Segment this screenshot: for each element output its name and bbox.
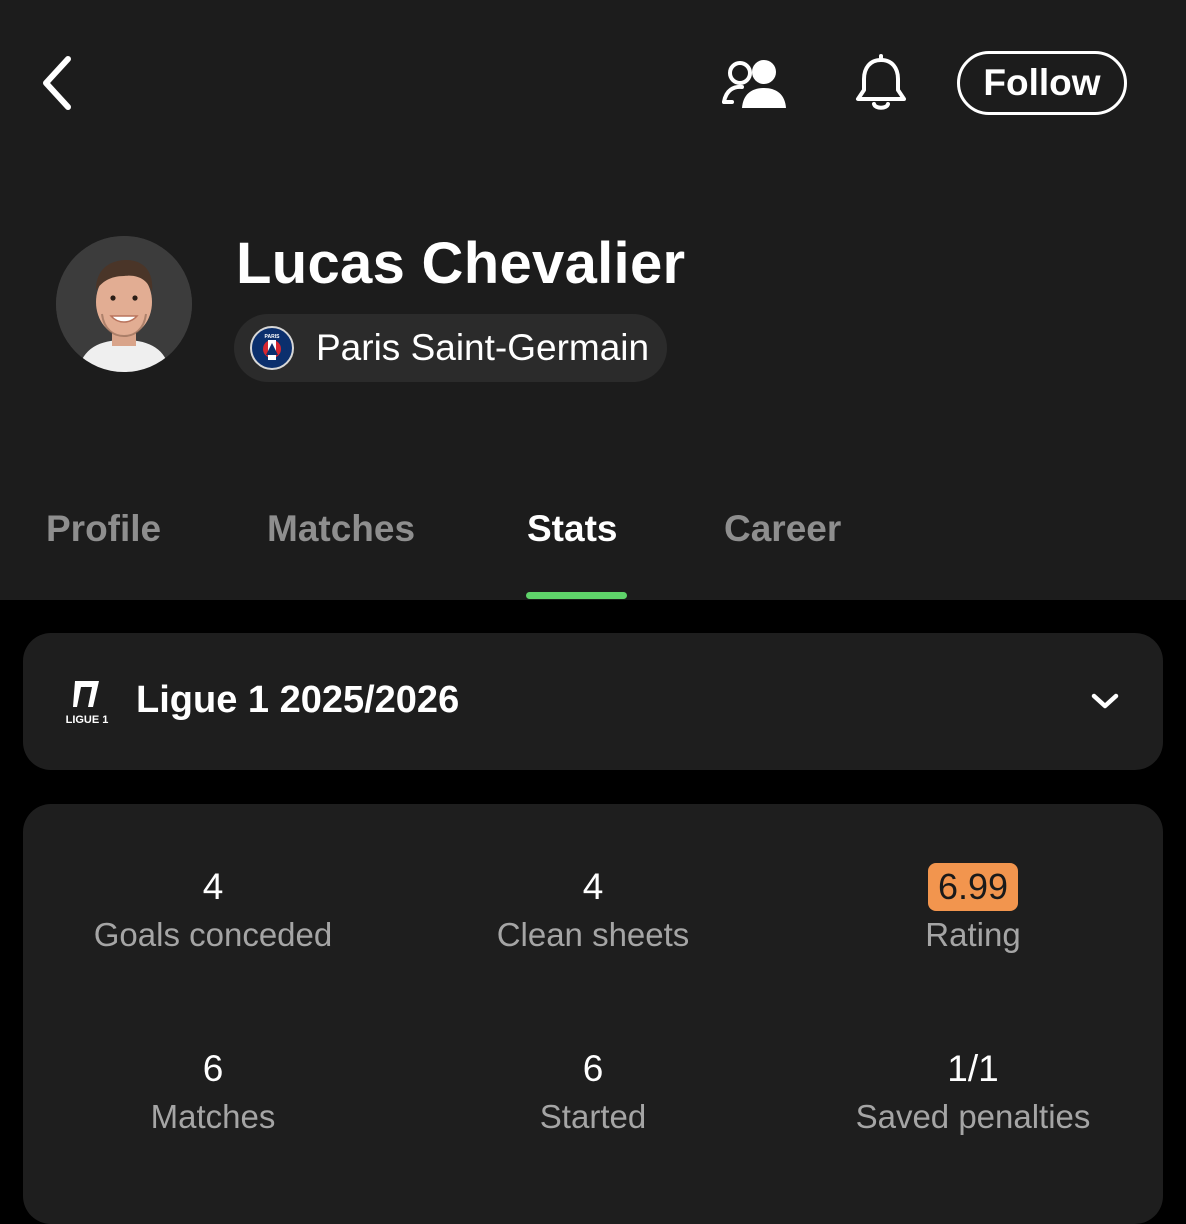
compare-players-button[interactable] [714, 48, 794, 120]
notifications-button[interactable] [841, 48, 921, 120]
player-header: Follow Lucas Chevalier PARIS Paris Saint… [0, 0, 1186, 600]
team-name: Paris Saint-Germain [316, 327, 650, 368]
tab-career[interactable]: Career [724, 508, 841, 550]
stat-goals-conceded: 4 Goals conceded [23, 862, 403, 954]
svg-text:LIGUE 1: LIGUE 1 [66, 714, 109, 726]
chevron-down-icon [1085, 681, 1125, 721]
competition-selector[interactable]: LIGUE 1 Ligue 1 2025/2026 [23, 633, 1163, 770]
stat-label: Saved penalties [855, 1098, 1091, 1135]
stat-rating: 6.99 Rating [783, 862, 1163, 954]
competition-label: Ligue 1 2025/2026 [136, 679, 460, 721]
stats-card: 4 Goals conceded 4 Clean sheets 6.99 Rat… [23, 804, 1163, 1224]
stat-value: 1/1 [947, 1048, 999, 1089]
stat-started: 6 Started [403, 1044, 783, 1136]
svg-text:PARIS: PARIS [265, 334, 281, 340]
follow-button[interactable]: Follow [957, 51, 1127, 115]
ligue1-logo-icon: LIGUE 1 [63, 677, 111, 729]
psg-crest-icon: PARIS [250, 326, 294, 370]
player-name: Lucas Chevalier [236, 231, 686, 296]
stat-value: 6 [202, 1048, 224, 1089]
back-button[interactable] [28, 48, 84, 118]
bell-icon [856, 54, 906, 110]
tab-bar: Profile Matches Stats Career [0, 490, 1186, 600]
tab-matches[interactable]: Matches [267, 508, 415, 550]
stat-label: Started [539, 1098, 647, 1135]
stat-label: Matches [150, 1098, 276, 1135]
player-photo [56, 236, 192, 372]
rating-badge: 6.99 [927, 863, 1019, 911]
stat-matches: 6 Matches [23, 1044, 403, 1136]
stat-value: 4 [202, 866, 224, 907]
stat-saved-penalties: 1/1 Saved penalties [783, 1044, 1163, 1136]
stat-label: Goals conceded [93, 916, 333, 953]
stat-label: Clean sheets [496, 916, 690, 953]
tab-stats[interactable]: Stats [527, 508, 617, 550]
stat-label: Rating [925, 916, 1021, 953]
stat-clean-sheets: 4 Clean sheets [403, 862, 783, 954]
users-icon [722, 60, 786, 108]
stat-value: 6 [582, 1048, 604, 1089]
stat-value: 4 [582, 866, 604, 907]
tab-profile[interactable]: Profile [46, 508, 161, 550]
active-tab-indicator [526, 592, 627, 599]
chevron-left-icon [43, 56, 71, 110]
player-avatar [56, 236, 192, 372]
team-link[interactable]: PARIS Paris Saint-Germain [234, 314, 668, 382]
